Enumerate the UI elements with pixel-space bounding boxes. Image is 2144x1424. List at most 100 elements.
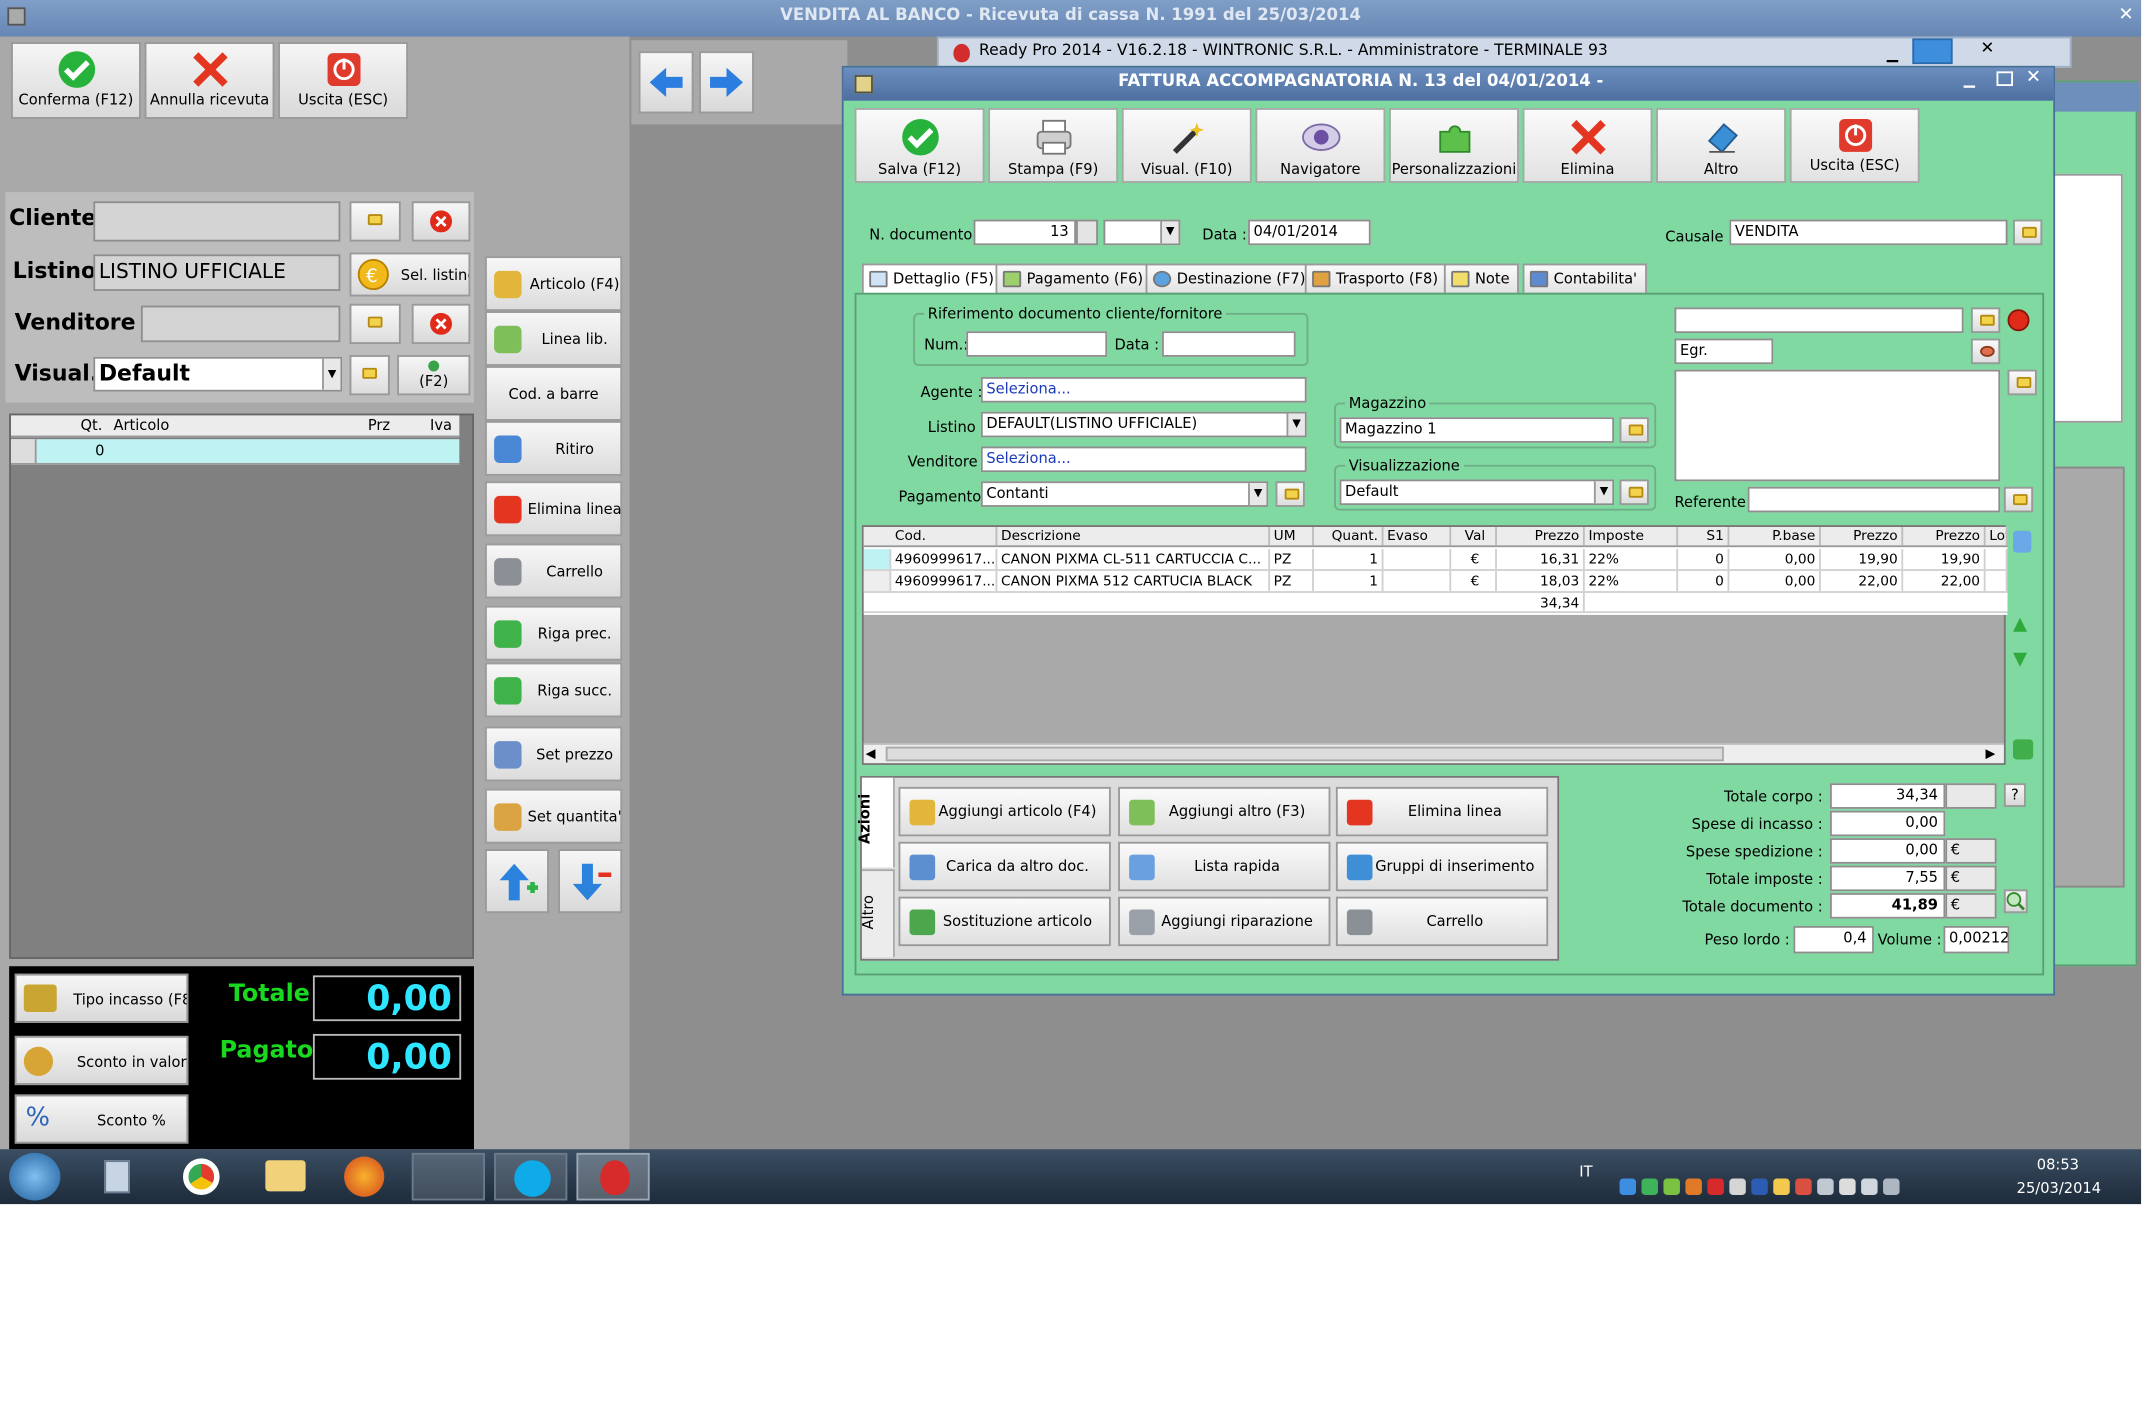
items-header-4[interactable]: Quant. [1314, 527, 1384, 546]
listino-field[interactable]: LISTINO UFFICIALE [93, 254, 341, 291]
network-tray-icon[interactable] [1795, 1178, 1812, 1195]
prev-arrow-button[interactable] [638, 51, 694, 114]
action-button-3[interactable]: Elimina linea [1335, 786, 1549, 837]
zoom-icon[interactable] [2003, 889, 2028, 914]
row-selector[interactable] [863, 549, 892, 570]
table-cell[interactable] [1986, 570, 2008, 592]
venditore-clear-button[interactable] [411, 303, 471, 345]
readypro-close-button[interactable]: ✕ [1962, 40, 2013, 64]
venditore-select[interactable]: Seleziona... [980, 446, 1307, 473]
items-header-5[interactable]: Evaso [1383, 527, 1452, 546]
tray-app-icon[interactable] [1685, 1178, 1702, 1195]
table-cell[interactable] [1986, 549, 2008, 570]
cliente-clear-button[interactable] [411, 201, 471, 242]
grid-up-icon[interactable]: ▲ [2013, 615, 2027, 635]
visualizzazione-select[interactable]: Default ▼ [1339, 479, 1615, 506]
confirm-button[interactable]: Conferma (F12) [10, 42, 141, 119]
invoice-close-button[interactable]: ✕ [2026, 68, 2041, 88]
totals-value[interactable]: 41,89 [1830, 893, 1946, 919]
f2-button[interactable]: (F2) [397, 355, 471, 396]
drive-icon[interactable] [1641, 1178, 1658, 1195]
side-button-1[interactable]: Articolo (F4) [484, 256, 623, 312]
table-cell[interactable]: 19,90 [1821, 549, 1904, 570]
tab-note[interactable]: Note [1443, 263, 1519, 295]
visual-button[interactable]: Visual. (F10) [1121, 107, 1252, 183]
cliente-folder-button[interactable] [349, 201, 401, 242]
antivirus-icon[interactable] [1663, 1178, 1680, 1195]
visualizzazione-folder-button[interactable] [1619, 479, 1649, 506]
magazzino-folder-button[interactable] [1619, 417, 1649, 443]
row-selector[interactable] [863, 570, 892, 592]
action-button-2[interactable]: Aggiungi altro (F3) [1118, 786, 1331, 837]
items-header-10[interactable]: P.base [1729, 527, 1821, 546]
grid-refresh-icon[interactable] [2013, 739, 2034, 760]
skype-taskbar-icon[interactable] [494, 1152, 568, 1201]
grid-side-info-icon[interactable] [2013, 530, 2032, 553]
table-row[interactable]: 4960999617... CANON PIXMA 512 CARTUCIA BL… [863, 570, 2008, 593]
visual-select[interactable]: Default ▼ [93, 356, 343, 392]
tab-altro[interactable]: Altro [860, 869, 895, 958]
causale-folder-button[interactable] [2013, 219, 2043, 246]
power-tray-icon[interactable] [1883, 1178, 1900, 1195]
navigator-button[interactable]: Navigatore [1255, 107, 1386, 183]
customer-folder-button[interactable] [1970, 307, 2001, 334]
side-button-2[interactable]: Linea lib. (F3) [484, 311, 623, 401]
other-button[interactable]: Altro [1656, 107, 1787, 183]
table-cell[interactable]: € [1451, 549, 1497, 570]
table-row[interactable]: 4960999617... CANON PIXMA CL-511 CARTUCCI… [863, 549, 2008, 571]
pagamento-select[interactable]: Contanti ▼ [980, 481, 1269, 507]
referente-folder-button[interactable] [2003, 486, 2034, 513]
side-button-8[interactable]: Riga succ. [484, 662, 623, 718]
table-cell[interactable]: CANON PIXMA 512 CARTUCIA BLACK [997, 570, 1271, 592]
side-button-9[interactable]: Set prezzo [484, 726, 623, 782]
contact-person-button[interactable] [1970, 338, 2001, 365]
save-button[interactable]: Salva (F12) [854, 107, 985, 183]
clock-date[interactable]: 25/03/2014 [2017, 1180, 2101, 1196]
action-button-9[interactable]: Carrello [1335, 896, 1549, 947]
table-cell[interactable]: € [1451, 570, 1497, 592]
table-cell[interactable]: 0 [1678, 570, 1730, 592]
totals-value[interactable]: 34,34 [1830, 783, 1946, 809]
tab-dettaglio[interactable]: Dettaglio (F5) [861, 263, 1004, 295]
rif-data-field[interactable] [1162, 331, 1296, 357]
clock-time[interactable]: 08:53 [2037, 1157, 2079, 1173]
table-cell[interactable]: 0 [1678, 549, 1730, 570]
table-cell[interactable]: 22,00 [1821, 570, 1904, 592]
action-button-5[interactable]: Lista rapida [1118, 841, 1331, 892]
table-cell[interactable]: 22,00 [1903, 570, 1986, 592]
items-header-12[interactable]: Prezzo [1903, 527, 1986, 546]
table-cell[interactable]: 1 [1314, 549, 1384, 570]
scroll-left-icon[interactable]: ◀ [866, 747, 876, 762]
table-cell[interactable]: 0,00 [1729, 549, 1821, 570]
table-cell[interactable]: 0,00 [1729, 570, 1821, 592]
table-cell[interactable]: 18,03 [1497, 570, 1585, 592]
tipo-incasso-button[interactable]: Tipo incasso (F8) [14, 973, 189, 1023]
referente-field[interactable] [1747, 486, 2001, 513]
start-button[interactable] [9, 1152, 61, 1201]
sconto-valore-button[interactable]: Sconto in valore [14, 1035, 189, 1086]
items-header-6[interactable]: Val [1451, 527, 1497, 546]
items-header-3[interactable]: UM [1270, 527, 1314, 546]
table-cell[interactable]: 22% [1585, 549, 1679, 570]
items-header-8[interactable]: Imposte [1585, 527, 1679, 546]
tab-trasporto[interactable]: Trasporto (F8) [1304, 263, 1448, 295]
customer-name-field[interactable] [1674, 307, 1964, 334]
table-cell[interactable]: 4960999617... [891, 570, 998, 592]
peso-field[interactable]: 0,4 [1793, 925, 1874, 954]
cliente-field[interactable] [93, 201, 341, 242]
table-cell[interactable]: PZ [1270, 549, 1314, 570]
table-cell[interactable]: PZ [1270, 570, 1314, 592]
pagamento-folder-button[interactable] [1275, 481, 1305, 507]
customize-button[interactable]: Personalizzazioni [1388, 107, 1519, 183]
action-button-7[interactable]: Sostituzione articolo [898, 896, 1111, 947]
side-button-4[interactable]: Ritiro articolo [484, 420, 623, 511]
explorer-taskbar-icon[interactable] [265, 1160, 306, 1192]
dropbox-icon[interactable] [1619, 1178, 1637, 1195]
sel-listino-button[interactable]: € Sel. listino [349, 252, 471, 297]
help-button[interactable]: ? [2003, 783, 2026, 808]
language-indicator[interactable]: IT [1579, 1164, 1592, 1180]
invoice-exit-button[interactable]: Uscita (ESC) [1789, 107, 1920, 183]
totals-value[interactable]: 0,00 [1830, 810, 1946, 837]
totals-value[interactable]: 0,00 [1830, 838, 1946, 864]
notes-tray-icon[interactable] [1773, 1178, 1790, 1195]
